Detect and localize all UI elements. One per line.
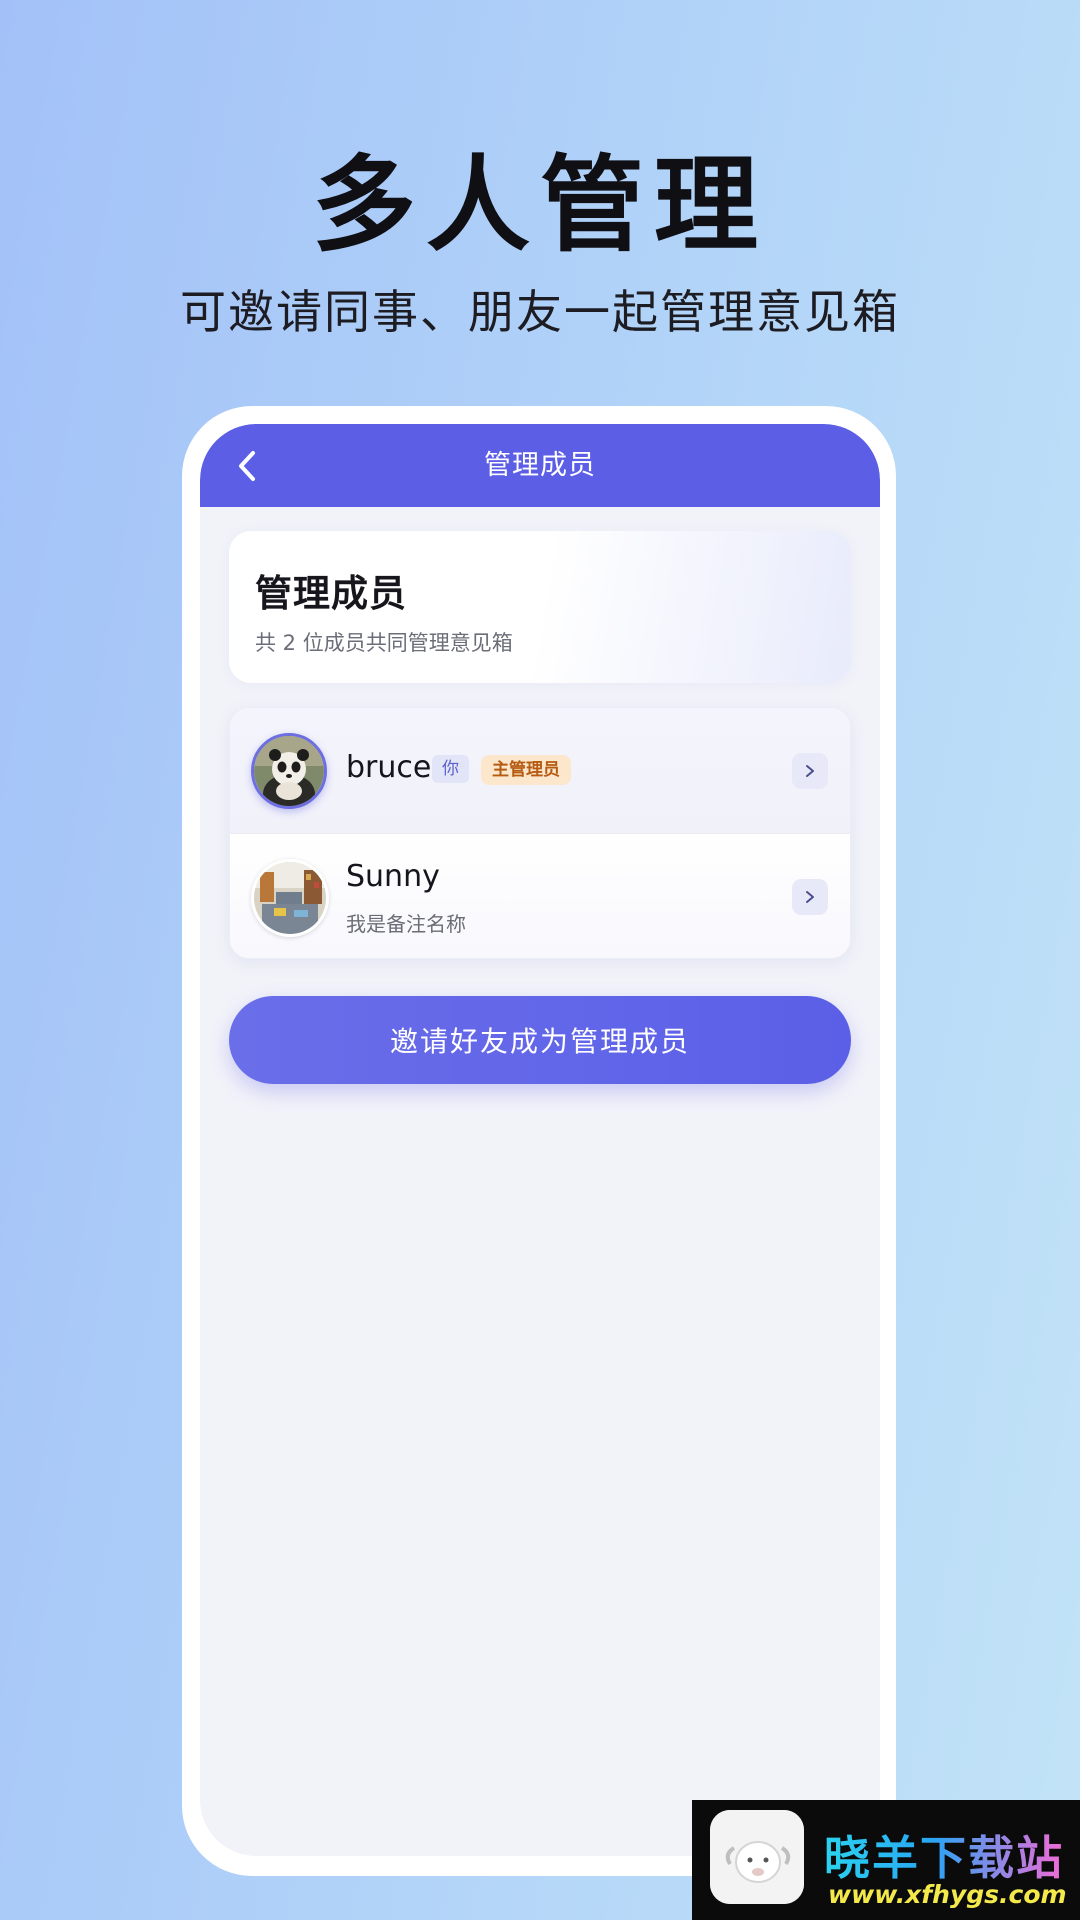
summary-title: 管理成员 [255, 572, 407, 615]
hero-subtitle: 可邀请同事、朋友一起管理意见箱 [180, 285, 900, 339]
member-row-bruce[interactable]: bruce 你 主管理员 [230, 708, 850, 834]
member-row-sunny[interactable]: Sunny 我是备注名称 [230, 834, 850, 958]
member-name: bruce [346, 750, 432, 785]
panda-avatar-icon [254, 736, 324, 806]
avatar [251, 859, 329, 937]
sheep-logo-icon [710, 1810, 804, 1904]
invite-button[interactable]: 邀请好友成为管理成员 [229, 996, 851, 1084]
nav-bar: 管理成员 [200, 424, 880, 507]
avatar [251, 733, 327, 809]
summary-subtitle: 共 2 位成员共同管理意见箱 [255, 631, 513, 655]
chevron-right-icon [806, 891, 814, 903]
watermark: 晓羊下载站 www.xfhygs.com [692, 1800, 1080, 1920]
summary-card: 管理成员 共 2 位成员共同管理意见箱 [229, 531, 851, 683]
phone-screen: 管理成员 管理成员 共 2 位成员共同管理意见箱 bruce 你 主管理员 Su… [200, 424, 880, 1856]
hero-title: 多人管理 [311, 144, 768, 266]
member-note: 我是备注名称 [346, 912, 466, 936]
member-detail-button[interactable] [792, 753, 828, 789]
member-detail-button[interactable] [792, 879, 828, 915]
you-badge: 你 [432, 755, 469, 783]
watermark-text: 晓羊下载站 [824, 1822, 1064, 1888]
nav-title: 管理成员 [484, 450, 596, 481]
chevron-right-icon [806, 765, 814, 777]
member-list: bruce 你 主管理员 Sunny 我是备注名称 [229, 707, 851, 959]
room-avatar-icon [254, 862, 326, 934]
member-name: Sunny [346, 859, 440, 894]
admin-badge: 主管理员 [481, 755, 571, 785]
watermark-url: www.xfhygs.com [828, 1880, 1067, 1909]
